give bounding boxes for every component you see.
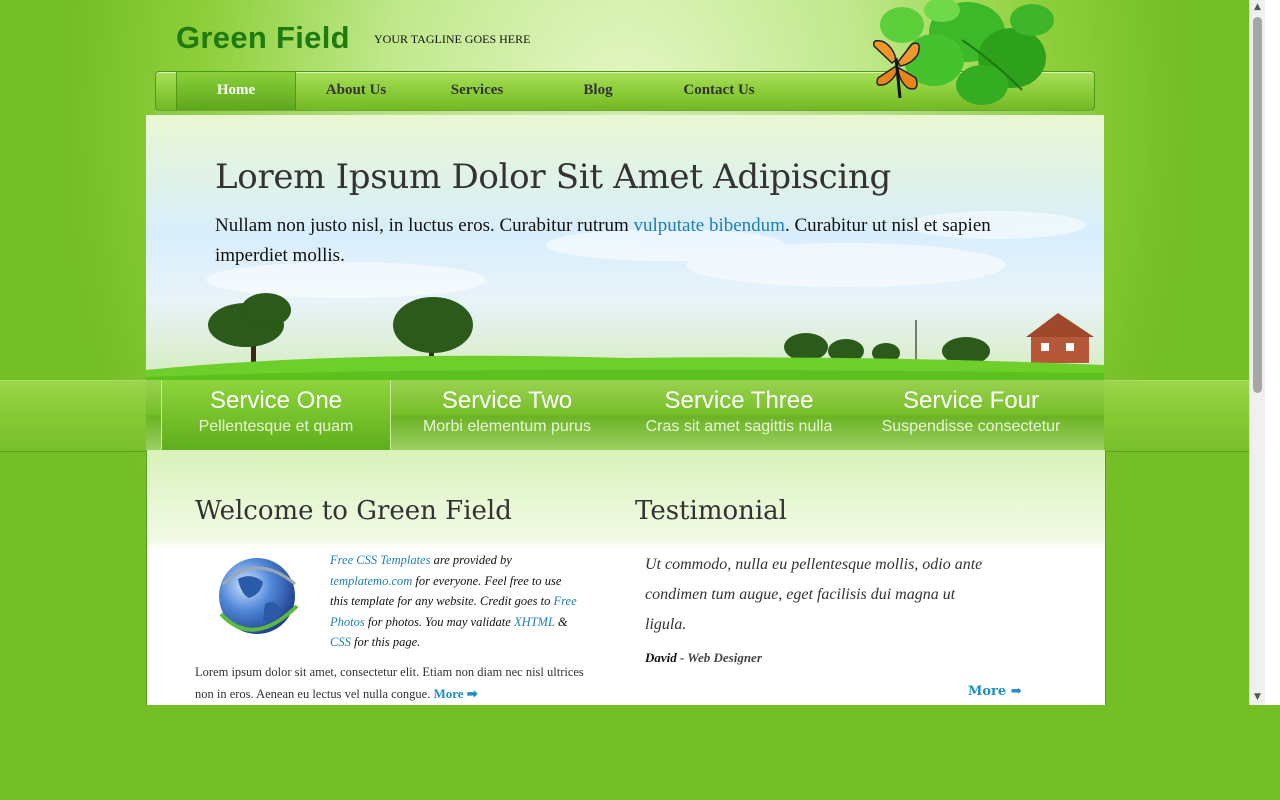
service-title: Service One: [209, 387, 343, 414]
butterfly-icon: [872, 0, 1054, 105]
link-css[interactable]: CSS: [330, 635, 351, 649]
site-logo[interactable]: Green Field: [176, 20, 350, 56]
banner-link[interactable]: vulputate bibendum: [634, 215, 785, 236]
intro-text: for this page.: [350, 635, 421, 649]
testimonial-more-link[interactable]: More ➡: [968, 684, 1022, 699]
banner-text: Nullam non justo nisl, in luctus eros. C…: [215, 211, 1015, 271]
link-templatemo[interactable]: templatemo.com: [330, 574, 412, 588]
banner-title: Lorem Ipsum Dolor Sit Amet Adipiscing: [215, 157, 891, 197]
nav-services[interactable]: Services: [418, 72, 536, 110]
welcome-paragraph: Lorem ipsum dolor sit amet, consectetur …: [195, 662, 585, 705]
hero-banner: Lorem Ipsum Dolor Sit Amet Adipiscing Nu…: [146, 115, 1104, 380]
testimonial-heading: Testimonial: [635, 496, 788, 526]
site-container: Green Field YOUR TAGLINE GOES HERE Home …: [146, 0, 1106, 705]
banner-text-part1: Nullam non justo nisl, in luctus eros. C…: [215, 215, 634, 236]
vertical-scrollbar[interactable]: ▲ ▼: [1249, 0, 1265, 705]
service-tab-four[interactable]: Service Four Suspendisse consectetur: [857, 380, 1085, 450]
service-title: Service Two: [441, 387, 573, 414]
service-tab-three[interactable]: Service Three Cras sit amet sagittis nul…: [625, 380, 853, 450]
intro-text: are provided by: [430, 553, 512, 567]
service-subtitle: Cras sit amet sagittis nulla: [645, 418, 833, 435]
window-edge: [1265, 0, 1280, 705]
testimonial-author: David - Web Designer: [645, 650, 762, 666]
intro-text: &: [554, 614, 568, 629]
service-tab-two[interactable]: Service Two Morbi elementum purus: [393, 380, 621, 450]
link-xhtml[interactable]: XHTML: [514, 615, 555, 629]
service-tab-one[interactable]: Service One Pellentesque et quam: [161, 380, 391, 450]
service-title: Service Three: [664, 387, 814, 414]
scroll-up-icon[interactable]: ▲: [1250, 0, 1265, 15]
scrollbar-thumb[interactable]: [1253, 17, 1262, 393]
nav-blog[interactable]: Blog: [538, 72, 658, 110]
site-tagline: YOUR TAGLINE GOES HERE: [374, 32, 531, 46]
link-free-css-templates[interactable]: Free CSS Templates: [330, 553, 430, 567]
main-content: Welcome to Green Field Free CSS Template…: [146, 450, 1106, 705]
service-title: Service Four: [902, 387, 1040, 414]
nav-home[interactable]: Home: [176, 72, 296, 110]
globe-icon: [219, 558, 299, 634]
welcome-more-link[interactable]: More ➡: [433, 686, 477, 701]
scroll-down-icon[interactable]: ▼: [1250, 690, 1265, 705]
welcome-intro: Free CSS Templates are provided by templ…: [330, 550, 582, 653]
welcome-paragraph-text: Lorem ipsum dolor sit amet, consectetur …: [195, 665, 584, 701]
service-subtitle: Morbi elementum purus: [422, 418, 592, 435]
author-name: David: [645, 650, 677, 665]
author-role: - Web Designer: [676, 650, 762, 665]
nav-about-us[interactable]: About Us: [296, 72, 416, 110]
service-subtitle: Pellentesque et quam: [198, 418, 354, 435]
service-subtitle: Suspendisse consectetur: [881, 418, 1061, 435]
nav-contact-us[interactable]: Contact Us: [660, 72, 778, 110]
testimonial-quote: Ut commodo, nulla eu pellentesque mollis…: [645, 556, 983, 633]
welcome-heading: Welcome to Green Field: [195, 496, 512, 526]
services-tabs: Service One Pellentesque et quam Service…: [146, 380, 1104, 450]
page-viewport: Green Field YOUR TAGLINE GOES HERE Home …: [0, 0, 1249, 705]
intro-text: for photos. You may validate: [364, 614, 514, 629]
